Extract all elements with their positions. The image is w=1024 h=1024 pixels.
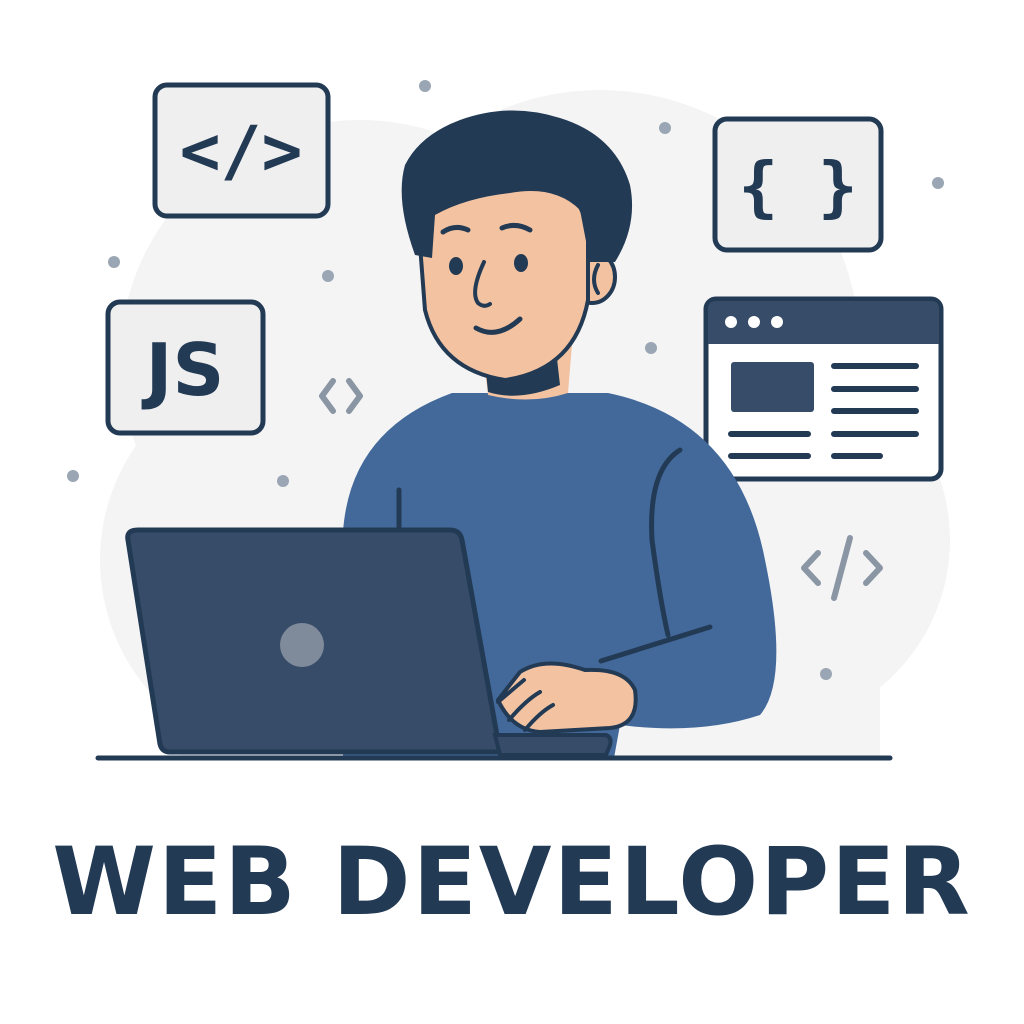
html-code-badge: </> xyxy=(152,82,331,219)
curly-braces-icon: { } xyxy=(738,148,857,225)
page-title: WEB DEVELOPER xyxy=(52,828,972,937)
html-code-icon: </> xyxy=(180,112,303,191)
developer-hand xyxy=(496,661,638,734)
javascript-badge: JS xyxy=(105,299,266,436)
javascript-icon: JS xyxy=(141,328,225,412)
braces-badge: { } xyxy=(712,116,884,253)
laptop-logo xyxy=(280,623,324,667)
browser-window-icon xyxy=(703,296,944,482)
